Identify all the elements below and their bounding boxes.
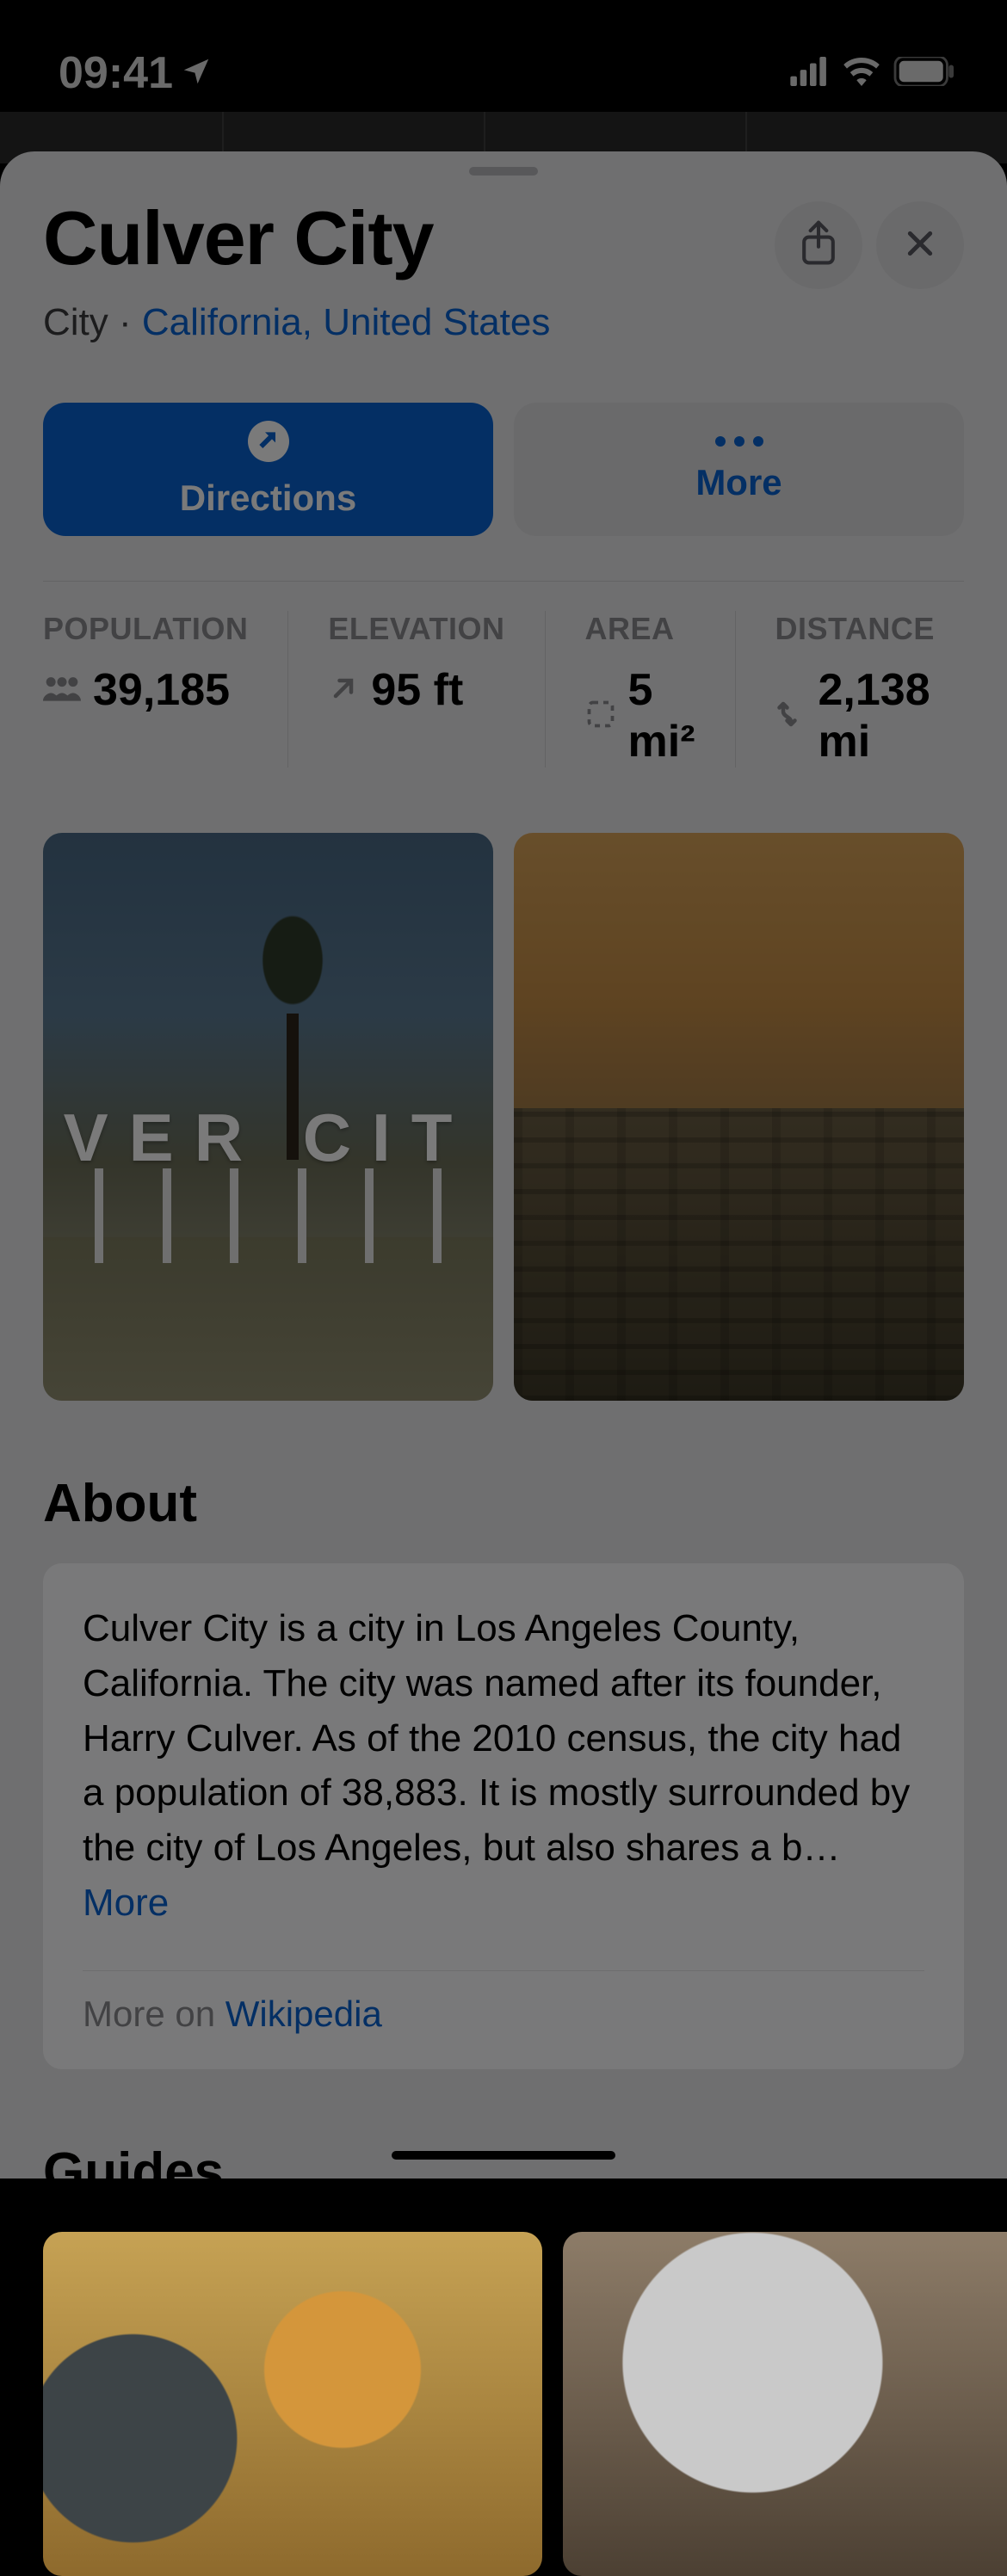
stat-elevation: ELEVATION 95 ft (287, 611, 544, 767)
place-type: City (43, 301, 108, 343)
about-more-link[interactable]: More (83, 1882, 169, 1924)
photo-2[interactable] (514, 833, 964, 1401)
stat-population: POPULATION 39,185 (43, 611, 287, 767)
divider (43, 581, 964, 582)
stat-distance: DISTANCE 2,138 mi (735, 611, 974, 767)
about-more-on: More on Wikipedia (83, 1994, 924, 2035)
area-icon (585, 699, 616, 734)
place-card-sheet: Culver City City · California, United St… (0, 151, 1007, 2179)
about-text: Culver City is a city in Los Angeles Cou… (83, 1601, 924, 1931)
wifi-icon (842, 57, 881, 90)
battery-icon (893, 57, 955, 90)
directions-label: Directions (180, 478, 356, 519)
directions-icon (248, 421, 289, 462)
more-icon (715, 436, 763, 447)
wikipedia-link[interactable]: Wikipedia (225, 1994, 382, 2034)
share-icon (799, 219, 838, 272)
location-link[interactable]: California, United States (142, 301, 550, 343)
guides-row[interactable] (43, 2232, 964, 2576)
arrow-up-right-icon (328, 673, 359, 708)
stat-area: AREA 5 mi² (545, 611, 735, 767)
subtitle: City · California, United States (43, 301, 775, 344)
sheet-grabber[interactable] (469, 167, 538, 176)
status-right (790, 57, 955, 90)
guide-card-2[interactable] (563, 2232, 1007, 2576)
more-button[interactable]: More (514, 403, 964, 536)
close-icon (903, 226, 937, 265)
stats-row[interactable]: POPULATION 39,185 ELEVATION 95 ft (43, 611, 964, 767)
directions-button[interactable]: Directions (43, 403, 493, 536)
guide-card-1[interactable] (43, 2232, 542, 2576)
photos-row[interactable]: VER CIT (43, 833, 964, 1401)
people-icon (43, 673, 81, 708)
share-button[interactable] (775, 201, 862, 289)
status-left: 09:41 (59, 47, 213, 99)
route-icon (775, 699, 806, 734)
close-button[interactable] (876, 201, 964, 289)
signal-icon (790, 57, 830, 90)
about-card: Culver City is a city in Los Angeles Cou… (43, 1563, 964, 2069)
photo-1[interactable]: VER CIT (43, 833, 493, 1401)
location-icon (180, 47, 213, 99)
home-indicator[interactable] (392, 2151, 615, 2160)
more-label: More (695, 462, 782, 503)
page-title: Culver City (43, 194, 775, 282)
about-title: About (43, 1473, 964, 1534)
status-bar: 09:41 (0, 34, 1007, 112)
status-time: 09:41 (59, 47, 173, 99)
